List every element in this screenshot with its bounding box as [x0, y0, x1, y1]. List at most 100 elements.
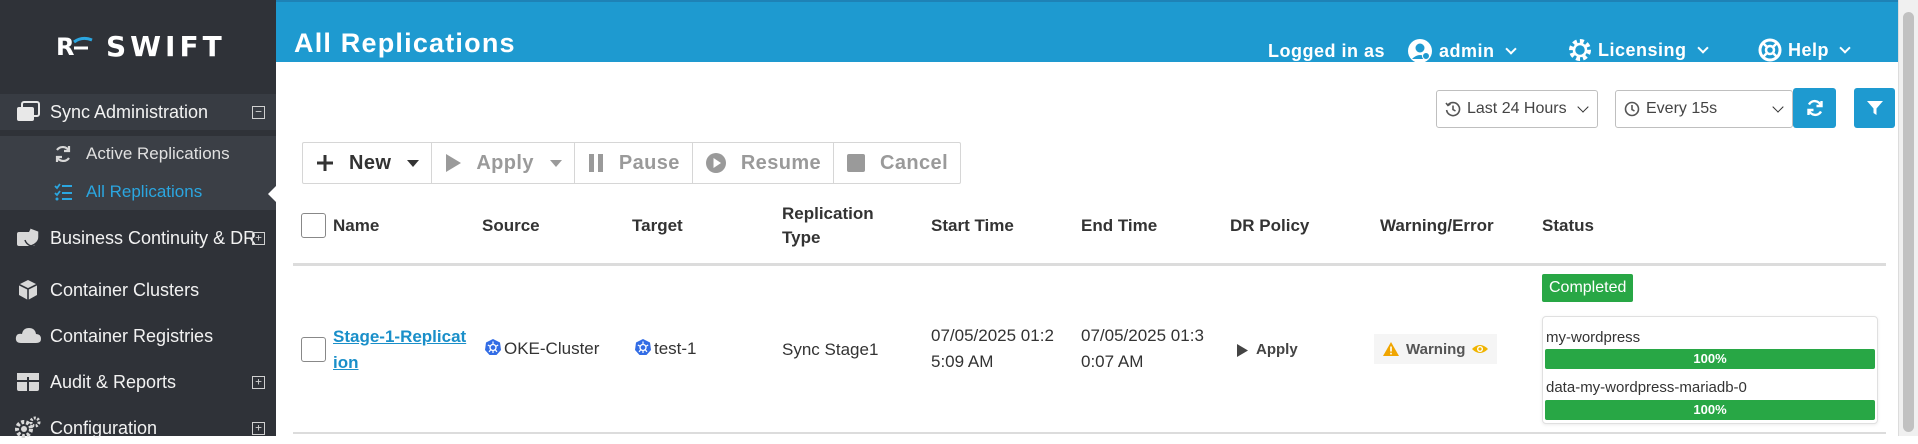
- header-divider: [293, 263, 1886, 266]
- chevron-down-icon: [1577, 101, 1589, 113]
- expand-icon[interactable]: +: [252, 231, 265, 245]
- target-value: test-1: [654, 339, 697, 358]
- lifebuoy-icon: [1758, 38, 1782, 62]
- status-badge: Completed: [1542, 274, 1634, 302]
- cancel-button[interactable]: Cancel: [834, 143, 960, 183]
- table-icon: [14, 368, 42, 396]
- column-header-end-time[interactable]: End Time: [1081, 214, 1157, 238]
- column-header-source[interactable]: Source: [482, 214, 540, 238]
- sidebar-item-configuration[interactable]: Configuration +: [0, 412, 276, 444]
- refresh-interval-select[interactable]: Every 15s: [1615, 90, 1793, 128]
- logo[interactable]: R SWIFT: [52, 28, 226, 64]
- pvc-name: data-my-wordpress-mariadb-0: [1546, 379, 1747, 396]
- top-header: All Replications Logged in as admin Lice…: [276, 0, 1918, 64]
- sidebar-item-all-replications[interactable]: All Replications: [0, 174, 276, 210]
- column-header-status[interactable]: Status: [1542, 214, 1594, 238]
- column-header-line: Type: [782, 228, 821, 247]
- help-menu[interactable]: Help: [1758, 38, 1851, 62]
- sidebar-item-container-clusters[interactable]: Container Clusters: [0, 274, 276, 306]
- caret-down-icon: [407, 159, 420, 167]
- kubernetes-icon: [485, 339, 501, 355]
- apply-label: Apply: [476, 151, 534, 174]
- refresh-button[interactable]: [1793, 88, 1836, 128]
- replication-type-cell: Sync Stage1: [782, 340, 879, 359]
- warning-icon: [1383, 342, 1399, 356]
- sidebar-item-container-registries[interactable]: Container Registries: [0, 320, 276, 352]
- sidebar-item-label: Configuration: [50, 417, 158, 438]
- cube-icon: [14, 276, 42, 304]
- column-header-target[interactable]: Target: [632, 214, 683, 238]
- vertical-scrollbar[interactable]: [1898, 0, 1918, 436]
- refresh-icon: [1806, 99, 1823, 117]
- source-value: OKE-Cluster: [504, 339, 600, 358]
- licensing-label: Licensing: [1598, 39, 1687, 60]
- pause-button[interactable]: Pause: [575, 143, 693, 183]
- expand-icon[interactable]: +: [252, 375, 265, 389]
- sidebar-item-label: All Replications: [86, 182, 203, 201]
- kubernetes-icon: [635, 339, 651, 355]
- licensing-menu[interactable]: Licensing: [1568, 38, 1709, 62]
- sidebar-item-audit-reports[interactable]: Audit & Reports +: [0, 366, 276, 398]
- stop-icon: [847, 154, 866, 172]
- name-line: Stage-1-Replicat: [333, 327, 467, 346]
- cloud-icon: [14, 322, 42, 350]
- user-icon: [1408, 39, 1433, 63]
- logo-text: SWIFT: [106, 29, 226, 63]
- pvc-name: my-wordpress: [1546, 329, 1641, 346]
- sidebar-item-active-replications[interactable]: Active Replications: [0, 136, 276, 172]
- shield-icon: [14, 224, 42, 252]
- gears-icon: [14, 414, 42, 442]
- sidebar-item-sync-administration[interactable]: Sync Administration −: [0, 94, 276, 130]
- column-header-name[interactable]: Name: [333, 214, 379, 238]
- plus-icon: [317, 155, 333, 171]
- svg-text:R: R: [56, 33, 74, 60]
- filter-button[interactable]: [1854, 88, 1895, 128]
- replication-name-link[interactable]: Stage-1-Replicat ion: [333, 324, 466, 376]
- chevron-down-icon: [1504, 42, 1517, 55]
- expand-icon[interactable]: +: [252, 421, 265, 435]
- eye-icon[interactable]: [1471, 342, 1489, 356]
- pause-icon: [588, 154, 603, 172]
- action-toolbar: New Apply Pause Resume Cancel: [302, 142, 962, 184]
- column-header-line: Replication: [782, 204, 874, 223]
- apply-button[interactable]: Apply: [432, 143, 575, 183]
- sidebar-submenu: Active Replications All Replications: [0, 136, 276, 210]
- resume-button[interactable]: Resume: [693, 143, 835, 183]
- chevron-down-icon: [1772, 101, 1784, 113]
- scrollbar-thumb[interactable]: [1903, 12, 1914, 432]
- column-header-warning-error[interactable]: Warning/Error: [1380, 214, 1494, 238]
- pvc-progress-bar: 100%: [1545, 349, 1875, 369]
- column-header-dr-policy[interactable]: DR Policy: [1230, 214, 1309, 238]
- end-time-cell: 07/05/2025 01:3 0:07 AM: [1081, 323, 1204, 375]
- collapse-icon[interactable]: −: [252, 105, 265, 119]
- sidebar-item-label: Container Clusters: [50, 279, 200, 300]
- windows-icon: [14, 98, 42, 126]
- logged-in-label: Logged in as: [1268, 40, 1386, 61]
- warning-badge[interactable]: Warning: [1374, 334, 1498, 364]
- target-cell: test-1: [634, 336, 697, 362]
- new-button[interactable]: New: [303, 143, 433, 183]
- user-menu[interactable]: Logged in as admin: [1268, 38, 1517, 64]
- row-checkbox[interactable]: [301, 337, 326, 362]
- swift-logo-icon: R: [56, 33, 93, 60]
- time-range-value: Last 24 Hours: [1467, 100, 1567, 117]
- history-icon: [1445, 101, 1461, 117]
- dr-policy-cell: Apply: [1236, 337, 1298, 363]
- column-header-replication-type[interactable]: Replication Type: [782, 202, 874, 250]
- resume-label: Resume: [740, 151, 822, 174]
- page-title: All Replications: [294, 28, 516, 58]
- sidebar-item-label: Active Replications: [86, 144, 230, 163]
- start-time-line: 5:09 AM: [931, 352, 994, 371]
- row-divider: [293, 432, 1886, 434]
- column-header-start-time[interactable]: Start Time: [931, 214, 1014, 238]
- sidebar-item-business-continuity[interactable]: Business Continuity & DR +: [0, 222, 276, 254]
- source-cell: OKE-Cluster: [484, 336, 599, 362]
- caret-down-icon: [549, 159, 562, 167]
- sidebar: R SWIFT Sync Administration − Active Rep…: [0, 0, 276, 438]
- play-circle-icon: [705, 153, 726, 173]
- sidebar-item-label: Audit & Reports: [50, 371, 177, 392]
- pvc-progress-bar: 100%: [1545, 400, 1875, 420]
- select-all-checkbox[interactable]: [301, 213, 326, 238]
- time-range-select[interactable]: Last 24 Hours: [1436, 90, 1598, 128]
- sidebar-item-label: Business Continuity & DR: [50, 227, 257, 248]
